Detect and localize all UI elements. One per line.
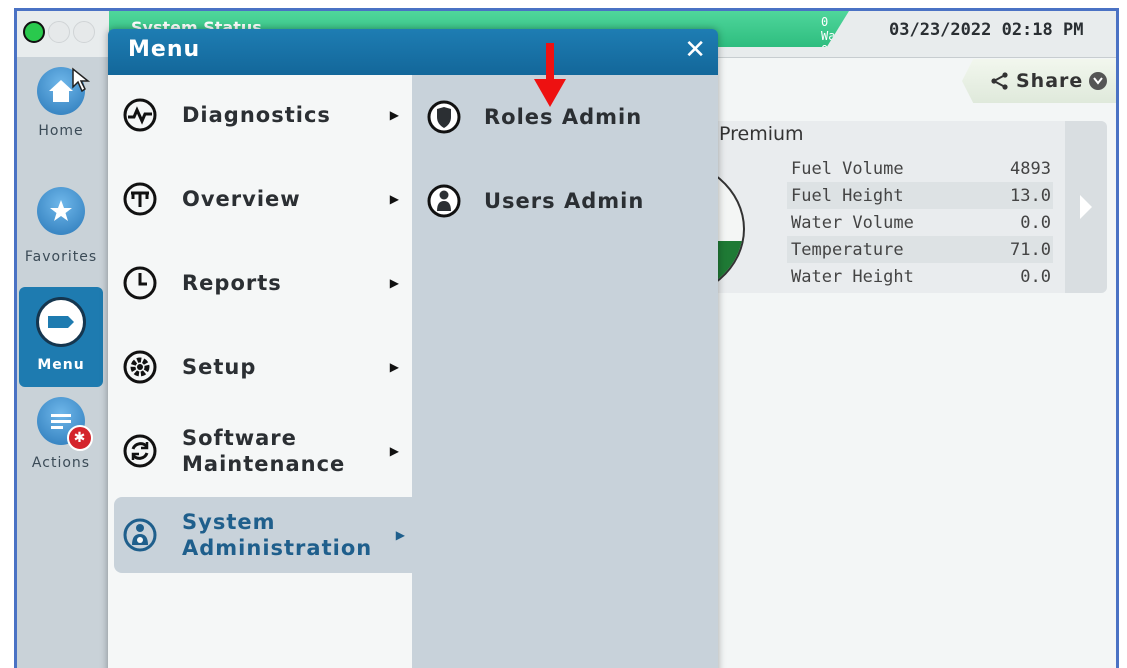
share-label: Share [1016,70,1084,92]
gear-icon [122,349,158,385]
share-icon [991,72,1008,90]
tank-row: Water Height 0.0 [791,266,1051,287]
warning-alarm-counts[interactable]: 0 Warning(s) 0 Alarm(s) [821,15,894,57]
refresh-icon [122,433,158,469]
submenu-list: Roles Admin Users Admin [412,75,718,668]
caret-right-icon: ▶ [395,528,406,542]
warning-count: 0 Warning(s) [821,15,894,43]
diagnostics-icon [122,97,158,133]
admin-icon [122,517,158,553]
app-frame: System Status 0 Warning(s) 0 Alarm(s) 03… [14,8,1119,668]
menu-item-reports[interactable]: Reports ▶ [114,245,412,321]
menu-item-label: System Administration [182,510,373,560]
submenu-item-users-admin[interactable]: Users Admin [426,171,706,231]
menu-item-label: Reports [182,271,282,295]
sidebar-label-menu: Menu [37,357,85,373]
tank-row: Temperature 71.0 [787,236,1053,263]
datetime-display: 03/23/2022 02:18 PM [889,20,1084,40]
tank-card[interactable]: Premium Fuel Volume 4893 Fuel Height 13.0 … [577,121,1107,301]
menu-panel: Menu ✕ Diagnostics ▶ Overview ▶ Reports … [108,29,718,668]
alarm-count: 0 Alarm(s) [821,43,894,57]
overview-icon [122,181,158,217]
menu-list: Diagnostics ▶ Overview ▶ Reports ▶ Setup… [108,75,418,668]
menu-item-label: Overview [182,187,301,211]
star-icon [37,187,85,235]
menu-header: Menu ✕ [108,29,718,75]
menu-item-label: Software Maintenance [182,426,346,476]
status-lights [23,21,95,43]
caret-right-icon: ▶ [389,360,400,374]
caret-right-icon: ▶ [389,444,400,458]
off-light-icon [48,21,70,43]
green-light-icon [23,21,45,43]
alert-badge-icon: ✱ [67,425,93,451]
menu-item-software-maintenance[interactable]: Software Maintenance ▶ [114,413,412,489]
annotation-arrow-icon [534,43,566,107]
left-sidebar: Home Favorites Menu ✱ Actions [17,57,109,668]
tank-row: Water Volume 0.0 [791,212,1051,233]
caret-right-icon: ▶ [389,192,400,206]
caret-right-icon: ▶ [389,276,400,290]
chevron-right-icon[interactable] [1065,121,1107,293]
menu-item-label: Diagnostics [182,103,331,127]
shield-icon [426,99,462,135]
sidebar-label-home: Home [38,123,84,139]
sidebar-label-favorites: Favorites [24,249,98,265]
user-icon [426,183,462,219]
menu-title: Menu [128,37,201,62]
tank-title: Premium [719,123,804,145]
sidebar-item-actions[interactable]: ✱ Actions [17,397,105,471]
menu-item-diagnostics[interactable]: Diagnostics ▶ [114,77,412,153]
chevron-down-icon [1089,72,1108,90]
close-icon[interactable]: ✕ [684,35,706,65]
share-button[interactable]: Share [962,59,1116,103]
menu-item-overview[interactable]: Overview ▶ [114,161,412,237]
sidebar-item-favorites[interactable]: Favorites [17,187,105,265]
sidebar-item-menu[interactable]: Menu [19,287,103,387]
menu-item-setup[interactable]: Setup ▶ [114,329,412,405]
clock-icon [122,265,158,301]
actions-icon: ✱ [37,397,93,451]
sidebar-label-actions: Actions [31,455,91,471]
menu-item-system-administration[interactable]: System Administration ▶ [114,497,418,573]
tank-row: Fuel Volume 4893 [791,158,1051,179]
tank-row: Fuel Height 13.0 [787,182,1053,209]
caret-right-icon: ▶ [389,108,400,122]
submenu-item-label: Users Admin [484,189,645,213]
off-light-icon [73,21,95,43]
menu-item-label: Setup [182,355,257,379]
menu-icon [36,297,86,347]
mouse-cursor-icon [72,67,91,93]
